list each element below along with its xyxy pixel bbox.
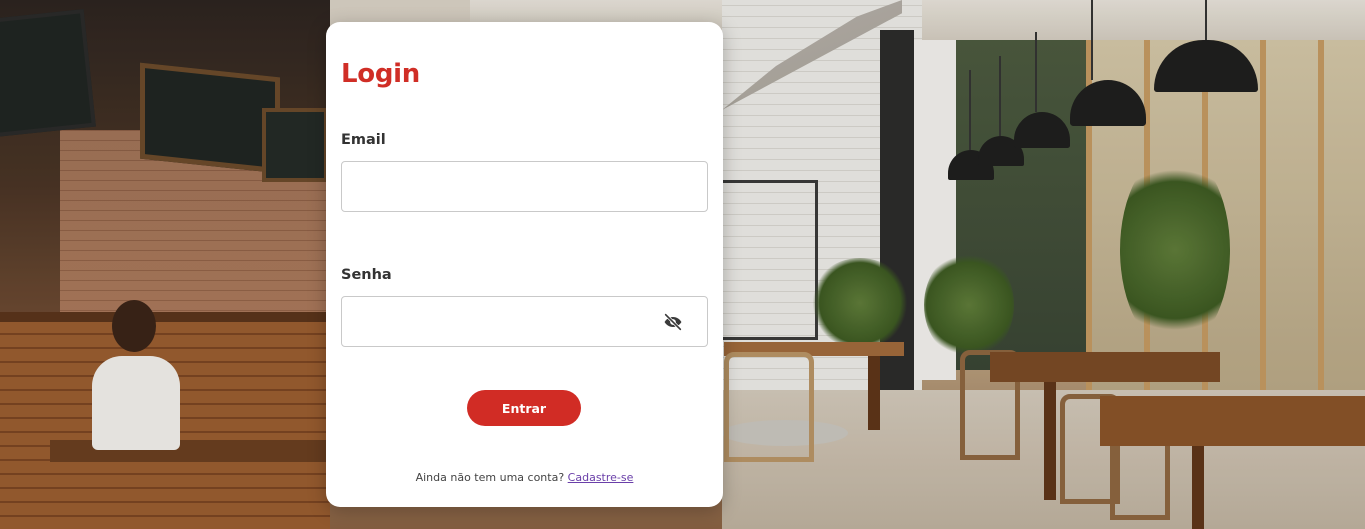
eye-off-icon[interactable] <box>662 311 684 333</box>
login-submit-button[interactable]: Entrar <box>467 390 581 426</box>
password-label: Senha <box>341 267 392 283</box>
signup-prompt: Ainda não tem uma conta? Cadastre-se <box>326 471 723 484</box>
signup-link[interactable]: Cadastre-se <box>568 471 634 484</box>
email-field[interactable] <box>341 161 708 212</box>
signup-prompt-text: Ainda não tem uma conta? <box>415 471 565 484</box>
email-label: Email <box>341 132 386 148</box>
password-field[interactable] <box>341 296 708 347</box>
login-title: Login <box>341 59 420 89</box>
login-card: Login Email Senha Entrar Ainda não tem u… <box>326 22 723 507</box>
